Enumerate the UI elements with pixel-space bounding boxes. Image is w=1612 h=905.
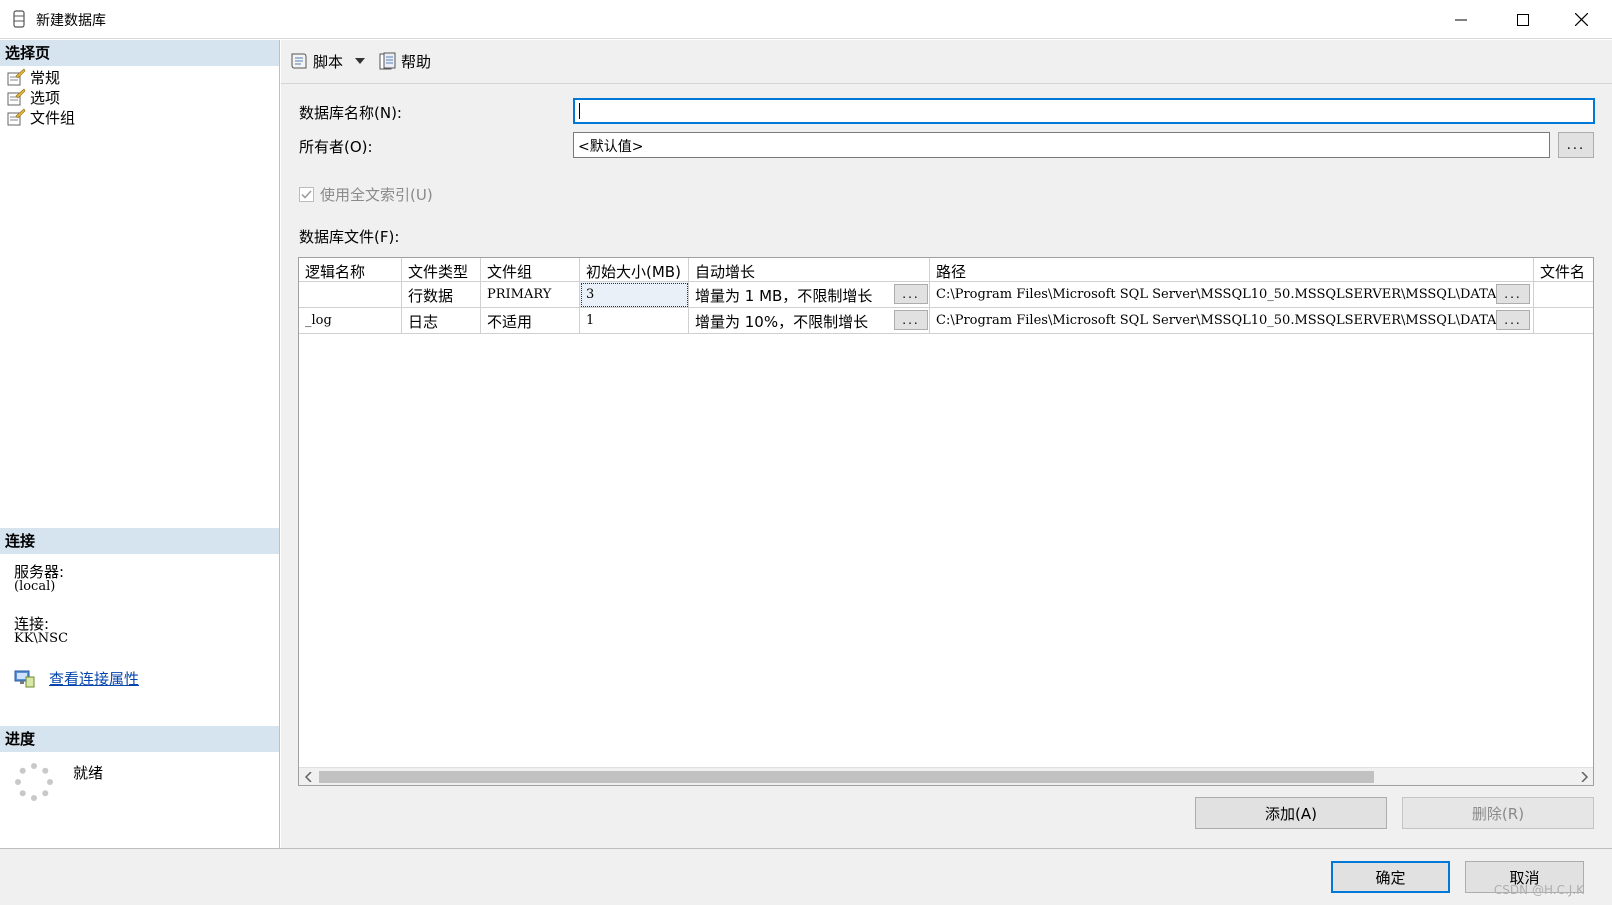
- column-header[interactable]: 路径: [930, 258, 1534, 282]
- chevron-down-icon: [355, 58, 365, 64]
- page-item-options[interactable]: 选项: [6, 87, 60, 107]
- connection-header: 连接: [0, 528, 279, 554]
- scroll-left-button[interactable]: [299, 768, 317, 785]
- watermark: CSDN @H.C.J.K: [1493, 883, 1584, 897]
- owner-input[interactable]: <默认值>: [573, 132, 1550, 158]
- chevron-left-icon: [304, 772, 312, 782]
- file-type-cell[interactable]: 行数据: [402, 282, 481, 308]
- server-value: (local): [14, 579, 56, 594]
- filegroup-cell[interactable]: PRIMARY: [481, 282, 580, 308]
- page-icon: [7, 68, 26, 86]
- right-panel: 脚本 帮助 数据库名称(N): 所有者(O): <默认值> ... 使用全文索引…: [281, 40, 1612, 848]
- initial-size-cell[interactable]: 3: [580, 282, 689, 308]
- column-header[interactable]: 初始大小(MB): [580, 258, 689, 282]
- column-header[interactable]: 文件名: [1534, 258, 1593, 282]
- script-dropdown-button[interactable]: [355, 49, 369, 73]
- owner-value: <默认值>: [578, 139, 644, 155]
- script-button[interactable]: 脚本: [289, 49, 343, 73]
- maximize-button[interactable]: [1494, 0, 1552, 39]
- window-title: 新建数据库: [36, 13, 106, 29]
- file-name-cell[interactable]: [1534, 308, 1593, 334]
- path-cell[interactable]: C:\Program Files\Microsoft SQL Server\MS…: [930, 282, 1534, 308]
- horizontal-scrollbar[interactable]: [299, 767, 1593, 785]
- autogrowth-browse-button[interactable]: ...: [894, 310, 928, 330]
- help-button[interactable]: 帮助: [377, 49, 431, 73]
- path-text: C:\Program Files\Microsoft SQL Server\MS…: [936, 313, 1497, 328]
- db-name-input[interactable]: [573, 98, 1595, 124]
- add-file-button[interactable]: 添加(A): [1195, 797, 1387, 829]
- path-text: C:\Program Files\Microsoft SQL Server\MS…: [936, 287, 1497, 302]
- logical-name-cell[interactable]: _log: [299, 308, 402, 334]
- dialog-footer: 确定 取消 CSDN @H.C.J.K: [0, 848, 1612, 905]
- close-button[interactable]: [1552, 0, 1610, 39]
- ok-button[interactable]: 确定: [1331, 861, 1450, 893]
- page-item-label: 文件组: [30, 108, 76, 127]
- script-icon: [291, 53, 307, 69]
- script-label: 脚本: [313, 52, 344, 71]
- checkmark-icon: [301, 190, 312, 199]
- progress-header: 进度: [0, 726, 279, 752]
- scrollbar-thumb[interactable]: [319, 771, 1374, 783]
- server-label: 服务器:: [14, 563, 65, 581]
- progress-status: 就绪: [73, 764, 104, 782]
- page-icon: [7, 108, 26, 126]
- left-panel: 选择页 常规 选项 文件组 连接 服务器: (local) 连接: KK\NSC: [0, 40, 280, 848]
- file-type-cell[interactable]: 日志: [402, 308, 481, 334]
- column-header[interactable]: 自动增长: [689, 258, 930, 282]
- path-cell[interactable]: C:\Program Files\Microsoft SQL Server\MS…: [930, 308, 1534, 334]
- grid-header-row: 逻辑名称 文件类型 文件组 初始大小(MB) 自动增长 路径 文件名: [299, 258, 1593, 282]
- column-header[interactable]: 逻辑名称: [299, 258, 402, 282]
- db-files-grid: 逻辑名称 文件类型 文件组 初始大小(MB) 自动增长 路径 文件名 行数据 P…: [298, 257, 1594, 786]
- toolbar: 脚本 帮助: [281, 40, 1612, 84]
- page-item-filegroups[interactable]: 文件组: [6, 107, 75, 127]
- connection-value: KK\NSC: [14, 631, 69, 646]
- connection-label: 连接:: [14, 615, 50, 633]
- path-browse-button[interactable]: ...: [1496, 310, 1530, 330]
- column-header[interactable]: 文件类型: [402, 258, 481, 282]
- title-bar: 新建数据库: [0, 0, 1612, 39]
- select-page-header: 选择页: [0, 40, 279, 66]
- autogrowth-text: 增量为 1 MB，不限制增长: [695, 287, 873, 305]
- fulltext-checkbox[interactable]: [299, 187, 314, 202]
- database-icon: [13, 10, 25, 28]
- table-row[interactable]: _log 日志 不适用 1 增量为 10%，不限制增长 ... C:\Progr…: [299, 308, 1593, 334]
- db-files-label: 数据库文件(F):: [299, 228, 400, 246]
- spinner-icon: [15, 763, 53, 801]
- chevron-right-icon: [1580, 772, 1588, 782]
- page-item-label: 常规: [30, 68, 61, 87]
- minimize-icon: [1455, 19, 1467, 20]
- file-name-cell[interactable]: [1534, 282, 1593, 308]
- fulltext-label: 使用全文索引(U): [320, 186, 433, 204]
- db-name-label: 数据库名称(N):: [299, 104, 402, 122]
- page-item-general[interactable]: 常规: [6, 67, 60, 87]
- page-icon: [7, 88, 26, 106]
- autogrowth-browse-button[interactable]: ...: [894, 284, 928, 304]
- initial-size-cell[interactable]: 1: [580, 308, 689, 334]
- page-item-label: 选项: [30, 88, 61, 107]
- autogrowth-text: 增量为 10%，不限制增长: [695, 313, 869, 331]
- table-row[interactable]: 行数据 PRIMARY 3 增量为 1 MB，不限制增长 ... C:\Prog…: [299, 282, 1593, 308]
- maximize-icon: [1517, 13, 1529, 26]
- owner-label: 所有者(O):: [299, 138, 373, 156]
- text-caret: [579, 103, 580, 119]
- logical-name-cell[interactable]: [299, 282, 402, 308]
- help-icon: [379, 52, 396, 70]
- owner-browse-button[interactable]: ...: [1558, 132, 1594, 158]
- close-icon: [1574, 13, 1588, 26]
- path-browse-button[interactable]: ...: [1496, 284, 1530, 304]
- remove-file-button[interactable]: 删除(R): [1402, 797, 1594, 829]
- minimize-button[interactable]: [1432, 0, 1490, 39]
- view-connection-properties-link[interactable]: 查看连接属性: [49, 668, 139, 689]
- fulltext-checkbox-row[interactable]: 使用全文索引(U): [299, 184, 433, 205]
- column-header[interactable]: 文件组: [481, 258, 580, 282]
- help-label: 帮助: [401, 52, 432, 71]
- filegroup-cell[interactable]: 不适用: [481, 308, 580, 334]
- connection-properties-icon: [14, 670, 35, 688]
- scroll-right-button[interactable]: [1575, 768, 1593, 785]
